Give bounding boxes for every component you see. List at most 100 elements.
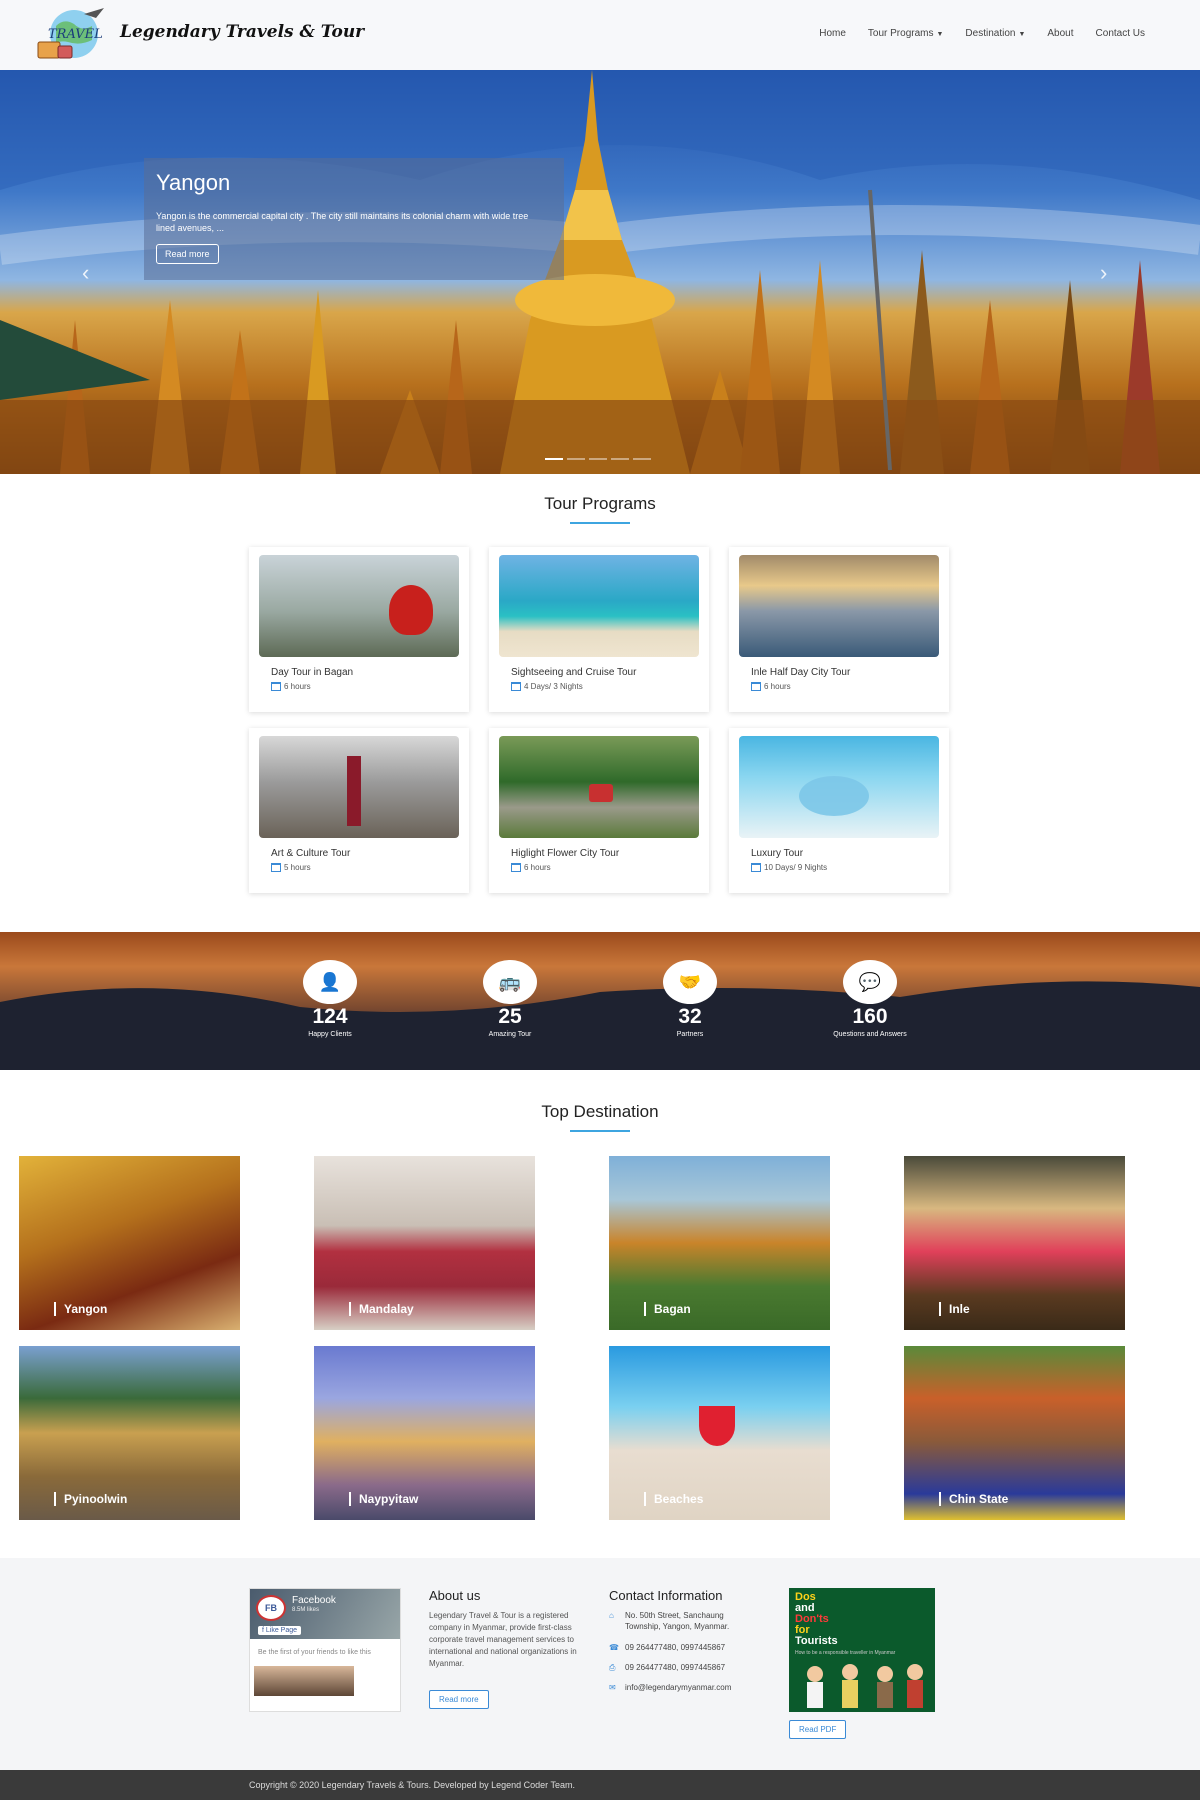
person-icon: 👤 xyxy=(303,960,357,1004)
nav-about[interactable]: About xyxy=(1047,28,1073,39)
calendar-icon xyxy=(751,682,761,691)
tour-duration: 6 hours xyxy=(524,863,551,872)
tour-programs-title: Tour Programs xyxy=(544,494,656,513)
hero-title: Yangon xyxy=(156,170,231,195)
tour-card[interactable]: Day Tour in Bagan 6 hours xyxy=(249,547,469,712)
tour-title: Day Tour in Bagan xyxy=(271,667,354,678)
brand-name[interactable]: Legendary Travels & Tour xyxy=(120,22,364,42)
destination-card[interactable]: Bagan xyxy=(609,1156,830,1330)
facebook-likes: 8.5M likes xyxy=(292,1607,320,1613)
read-pdf-button[interactable]: Read PDF xyxy=(789,1720,847,1739)
envelope-icon: ✉ xyxy=(609,1683,616,1692)
hero-text: Yangon is the commercial capital city . … xyxy=(156,211,529,233)
stat-questions: 💬 160 Questions and Answers xyxy=(805,960,935,1038)
contact-title: Contact Information xyxy=(609,1588,723,1603)
destination-label: Inle xyxy=(939,1302,970,1316)
carousel-indicator[interactable] xyxy=(567,458,585,460)
sunset-background xyxy=(0,981,1200,1070)
tour-title: Inle Half Day City Tour xyxy=(751,667,851,678)
calendar-icon xyxy=(511,863,521,872)
carousel-indicators xyxy=(545,458,651,460)
top-destination-title: Top Destination xyxy=(541,1102,659,1121)
tour-image xyxy=(739,736,939,838)
tour-duration: 6 hours xyxy=(764,682,791,691)
handshake-icon: 🤝 xyxy=(663,960,717,1004)
nav-tour-programs[interactable]: Tour Programs ▼ xyxy=(868,28,944,39)
tour-card[interactable]: Inle Half Day City Tour 6 hours xyxy=(729,547,949,712)
carousel-indicator[interactable] xyxy=(611,458,629,460)
fax-icon: ⎙ xyxy=(609,1663,616,1672)
tour-image xyxy=(259,555,459,657)
site-logo[interactable]: TRAVEL xyxy=(34,6,112,64)
chat-icon: 💬 xyxy=(843,960,897,1004)
destination-card[interactable]: Inle xyxy=(904,1156,1125,1330)
tour-card[interactable]: Sightseeing and Cruise Tour 4 Days/ 3 Ni… xyxy=(489,547,709,712)
tour-card[interactable]: Art & Culture Tour 5 hours xyxy=(249,728,469,893)
carousel-next-icon[interactable]: › xyxy=(1100,260,1107,286)
logo-text: TRAVEL xyxy=(48,27,103,42)
destination-card[interactable]: Mandalay xyxy=(314,1156,535,1330)
destination-card[interactable]: Beaches xyxy=(609,1346,830,1520)
book-subtitle: How to be a responsible traveller in Mya… xyxy=(795,1650,896,1656)
tour-title: Sightseeing and Cruise Tour xyxy=(511,667,637,678)
nav-home[interactable]: Home xyxy=(819,28,846,39)
tour-card[interactable]: Luxury Tour 10 Days/ 9 Nights xyxy=(729,728,949,893)
destination-label: Mandalay xyxy=(349,1302,414,1316)
tour-duration: 6 hours xyxy=(284,682,311,691)
tour-duration: 10 Days/ 9 Nights xyxy=(764,863,828,872)
carousel-indicator[interactable] xyxy=(545,458,563,460)
about-text: Legendary Travel & Tour is a registered … xyxy=(429,1611,577,1668)
caret-down-icon: ▼ xyxy=(936,31,944,38)
dos-donts-book-cover[interactable]: Dos and Don'ts for Tourists How to be a resp… xyxy=(789,1588,935,1712)
carousel-indicator[interactable] xyxy=(633,458,651,460)
hero-read-more-button[interactable]: Read more xyxy=(156,244,219,264)
hero-caption: Yangon Yangon is the commercial capital … xyxy=(144,158,564,280)
tour-image xyxy=(499,555,699,657)
destination-label: Bagan xyxy=(644,1302,691,1316)
nav-destination[interactable]: Destination ▼ xyxy=(965,28,1025,39)
tour-title: Higlight Flower City Tour xyxy=(511,848,620,859)
hero-carousel: Yangon Yangon is the commercial capital … xyxy=(0,70,1200,474)
stats-banner: 👤 124 Happy Clients 🚌 25 Amazing Tour 🤝 … xyxy=(0,932,1200,1070)
top-destination-underline xyxy=(570,1130,630,1132)
tour-card[interactable]: Higlight Flower City Tour 6 hours xyxy=(489,728,709,893)
destination-label: Yangon xyxy=(54,1302,107,1316)
tour-image xyxy=(499,736,699,838)
contact-email[interactable]: info@legendarymyanmar.com xyxy=(625,1682,731,1693)
facebook-widget[interactable]: FB Facebook 8.5M likes f Like Page Be th… xyxy=(249,1588,401,1712)
destination-label: Chin State xyxy=(939,1492,1008,1506)
tour-programs-underline xyxy=(570,522,630,524)
main-menu: Home Tour Programs ▼ Destination ▼ About C… xyxy=(819,28,1145,39)
calendar-icon xyxy=(751,863,761,872)
copyright-bar: Copyright © 2020 Legendary Travels & Tou… xyxy=(0,1770,1200,1800)
calendar-icon xyxy=(511,682,521,691)
destination-card[interactable]: Pyinoolwin xyxy=(19,1346,240,1520)
facebook-like-button[interactable]: f Like Page xyxy=(258,1626,302,1635)
contact-address: No. 50th Street, Sanchaung Township, Yan… xyxy=(625,1611,730,1631)
tour-title: Luxury Tour xyxy=(751,848,804,859)
tour-duration: 4 Days/ 3 Nights xyxy=(524,682,583,691)
facebook-page-name[interactable]: Facebook xyxy=(292,1595,336,1606)
nav-contact[interactable]: Contact Us xyxy=(1096,28,1145,39)
contact-phone[interactable]: 09 264477480, 0997445867 xyxy=(625,1642,725,1653)
home-icon: ⌂ xyxy=(609,1611,614,1620)
tour-image xyxy=(739,555,939,657)
about-read-more-button[interactable]: Read more xyxy=(429,1690,489,1709)
destination-label: Naypyitaw xyxy=(349,1492,418,1506)
facebook-post-photo xyxy=(254,1666,354,1696)
facebook-page-logo: FB xyxy=(256,1595,286,1621)
bus-icon: 🚌 xyxy=(483,960,537,1004)
cartoon-illustration xyxy=(807,1664,923,1708)
destination-label: Beaches xyxy=(644,1492,703,1506)
carousel-indicator[interactable] xyxy=(589,458,607,460)
destination-card[interactable]: Naypyitaw xyxy=(314,1346,535,1520)
phone-icon: ☎ xyxy=(609,1643,619,1652)
carousel-prev-icon[interactable]: ‹ xyxy=(82,260,89,286)
navbar: TRAVEL Legendary Travels & Tour Home Tou… xyxy=(0,0,1200,70)
calendar-icon xyxy=(271,682,281,691)
facebook-first-friend: Be the first of your friends to like thi… xyxy=(258,1649,371,1656)
destination-card[interactable]: Chin State xyxy=(904,1346,1125,1520)
stat-happy-clients: 👤 124 Happy Clients xyxy=(265,960,395,1038)
destination-card[interactable]: Yangon xyxy=(19,1156,240,1330)
contact-fax: 09 264477480, 0997445867 xyxy=(625,1663,726,1672)
